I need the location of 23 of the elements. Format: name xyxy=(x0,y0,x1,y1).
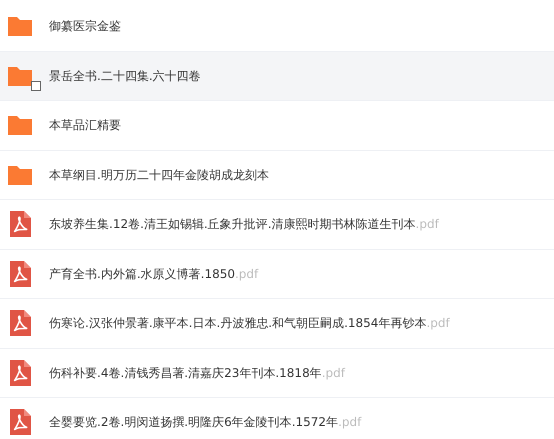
file-name: 景岳全书.二十四集.六十四卷 xyxy=(49,68,201,85)
pdf-icon xyxy=(7,360,33,386)
file-name: 全婴要览.2卷.明闵道扬撰.明隆庆6年金陵刊本.1572年.pdf xyxy=(49,414,362,432)
file-row[interactable]: 全婴要览.2卷.明闵道扬撰.明隆庆6年金陵刊本.1572年.pdf xyxy=(0,398,554,439)
pdf-icon xyxy=(7,310,33,336)
file-row[interactable]: 伤科补要.4卷.清钱秀昌著.清嘉庆23年刊本.1818年.pdf xyxy=(0,348,554,398)
file-row[interactable]: 产育全书.内外篇.水原义博著.1850.pdf xyxy=(0,250,554,299)
file-row[interactable]: 东坡养生集.12卷.清王如锡辑.丘象升批评.清康熙时期书林陈道生刊本.pdf xyxy=(0,200,554,250)
file-row[interactable]: 本草纲目.明万历二十四年金陵胡成龙刻本 xyxy=(0,150,554,200)
checkbox[interactable] xyxy=(31,80,41,91)
file-name: 东坡养生集.12卷.清王如锡辑.丘象升批评.清康熙时期书林陈道生刊本.pdf xyxy=(49,216,439,234)
pdf-icon xyxy=(7,409,33,436)
file-row[interactable]: 伤寒论.汉张仲景著.康平本.日本.丹波雅忠.和气朝臣嗣成.1854年再钞本.pdf xyxy=(0,299,554,348)
file-name: 御纂医宗金鉴 xyxy=(49,18,121,36)
file-name: 本草纲目.明万历二十四年金陵胡成龙刻本 xyxy=(49,166,269,184)
pdf-icon xyxy=(7,260,33,287)
file-name: 本草品汇精要 xyxy=(49,117,121,134)
file-name: 伤科补要.4卷.清钱秀昌著.清嘉庆23年刊本.1818年.pdf xyxy=(49,364,345,382)
file-name: 产育全书.内外篇.水原义博著.1850.pdf xyxy=(49,266,258,283)
file-row[interactable]: 本草品汇精要 xyxy=(0,101,554,150)
pdf-icon xyxy=(7,211,33,238)
file-row[interactable]: 景岳全书.二十四集.六十四卷 xyxy=(0,52,554,101)
file-name: 伤寒论.汉张仲景著.康平本.日本.丹波雅忠.和气朝臣嗣成.1854年再钞本.pdf xyxy=(49,315,450,332)
